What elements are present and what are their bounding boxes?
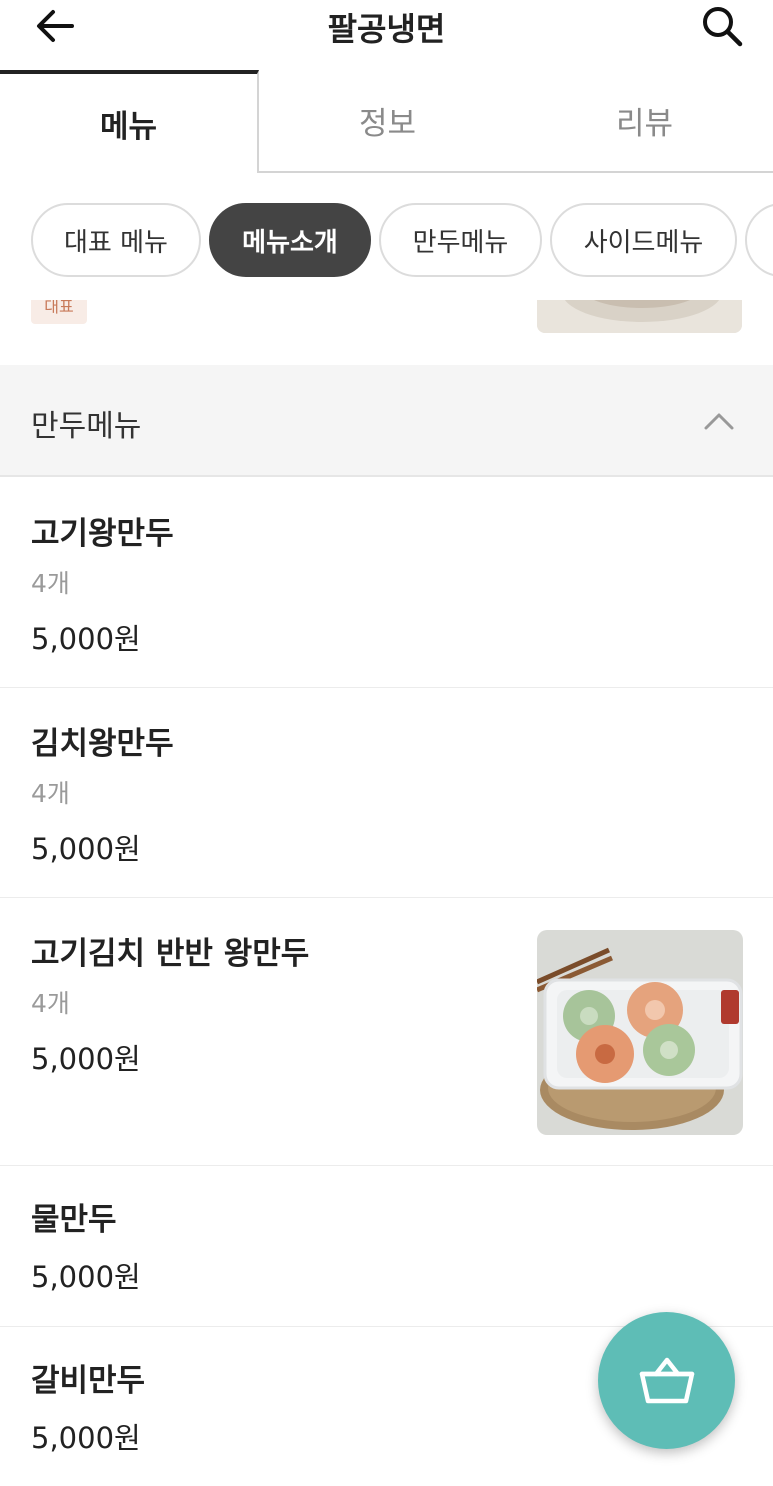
shopping-basket-icon: [639, 1357, 694, 1403]
item-price: 5,000원: [31, 832, 141, 866]
item-name: 고기김치 반반 왕만두: [31, 936, 310, 972]
tab-bar: 메뉴 정보 리뷰: [0, 70, 773, 173]
chip-side-menu[interactable]: 사이드메뉴: [550, 203, 737, 277]
tab-info[interactable]: 정보: [259, 70, 516, 173]
tab-menu[interactable]: 메뉴: [0, 70, 259, 173]
menu-item[interactable]: 김치왕만두 4개 5,000원: [0, 688, 773, 898]
previous-item-image: [537, 300, 742, 333]
search-button[interactable]: [697, 2, 747, 50]
section-title: 만두메뉴: [31, 409, 142, 444]
item-price: 5,000원: [31, 1042, 141, 1076]
item-name: 물만두: [31, 1202, 117, 1238]
item-price: 5,000원: [31, 1260, 141, 1294]
chevron-up-icon[interactable]: [703, 405, 735, 437]
item-description: 4개: [31, 989, 70, 1018]
cart-button[interactable]: [598, 1312, 735, 1449]
item-price: 5,000원: [31, 1421, 141, 1455]
top-app-bar: 팔공냉면: [0, 0, 773, 70]
section-header-dumpling[interactable]: 만두메뉴: [0, 365, 773, 477]
item-image: [537, 930, 743, 1135]
item-name: 갈비만두: [31, 1363, 146, 1399]
menu-item[interactable]: 물만두 5,000원: [0, 1166, 773, 1327]
chip-more[interactable]: [745, 203, 773, 277]
featured-badge: 대표: [31, 300, 87, 324]
tab-review[interactable]: 리뷰: [516, 70, 773, 173]
chip-featured-menu[interactable]: 대표 메뉴: [31, 203, 201, 277]
item-name: 김치왕만두: [31, 726, 174, 762]
menu-item[interactable]: 고기왕만두 4개 5,000원: [0, 478, 773, 688]
previous-item-partial: 대표: [0, 300, 773, 365]
item-description: 4개: [31, 569, 70, 598]
menu-item[interactable]: 고기김치 반반 왕만두 4개 5,000원: [0, 898, 773, 1166]
search-icon: [703, 7, 743, 47]
item-name: 고기왕만두: [31, 516, 174, 552]
chip-dumpling-menu[interactable]: 만두메뉴: [379, 203, 542, 277]
page-title: 팔공냉면: [327, 10, 446, 48]
chip-menu-intro[interactable]: 메뉴소개: [209, 203, 371, 277]
item-price: 5,000원: [31, 622, 141, 656]
category-chip-bar: 대표 메뉴 메뉴소개 만두메뉴 사이드메뉴: [0, 203, 773, 279]
item-description: 4개: [31, 779, 70, 808]
